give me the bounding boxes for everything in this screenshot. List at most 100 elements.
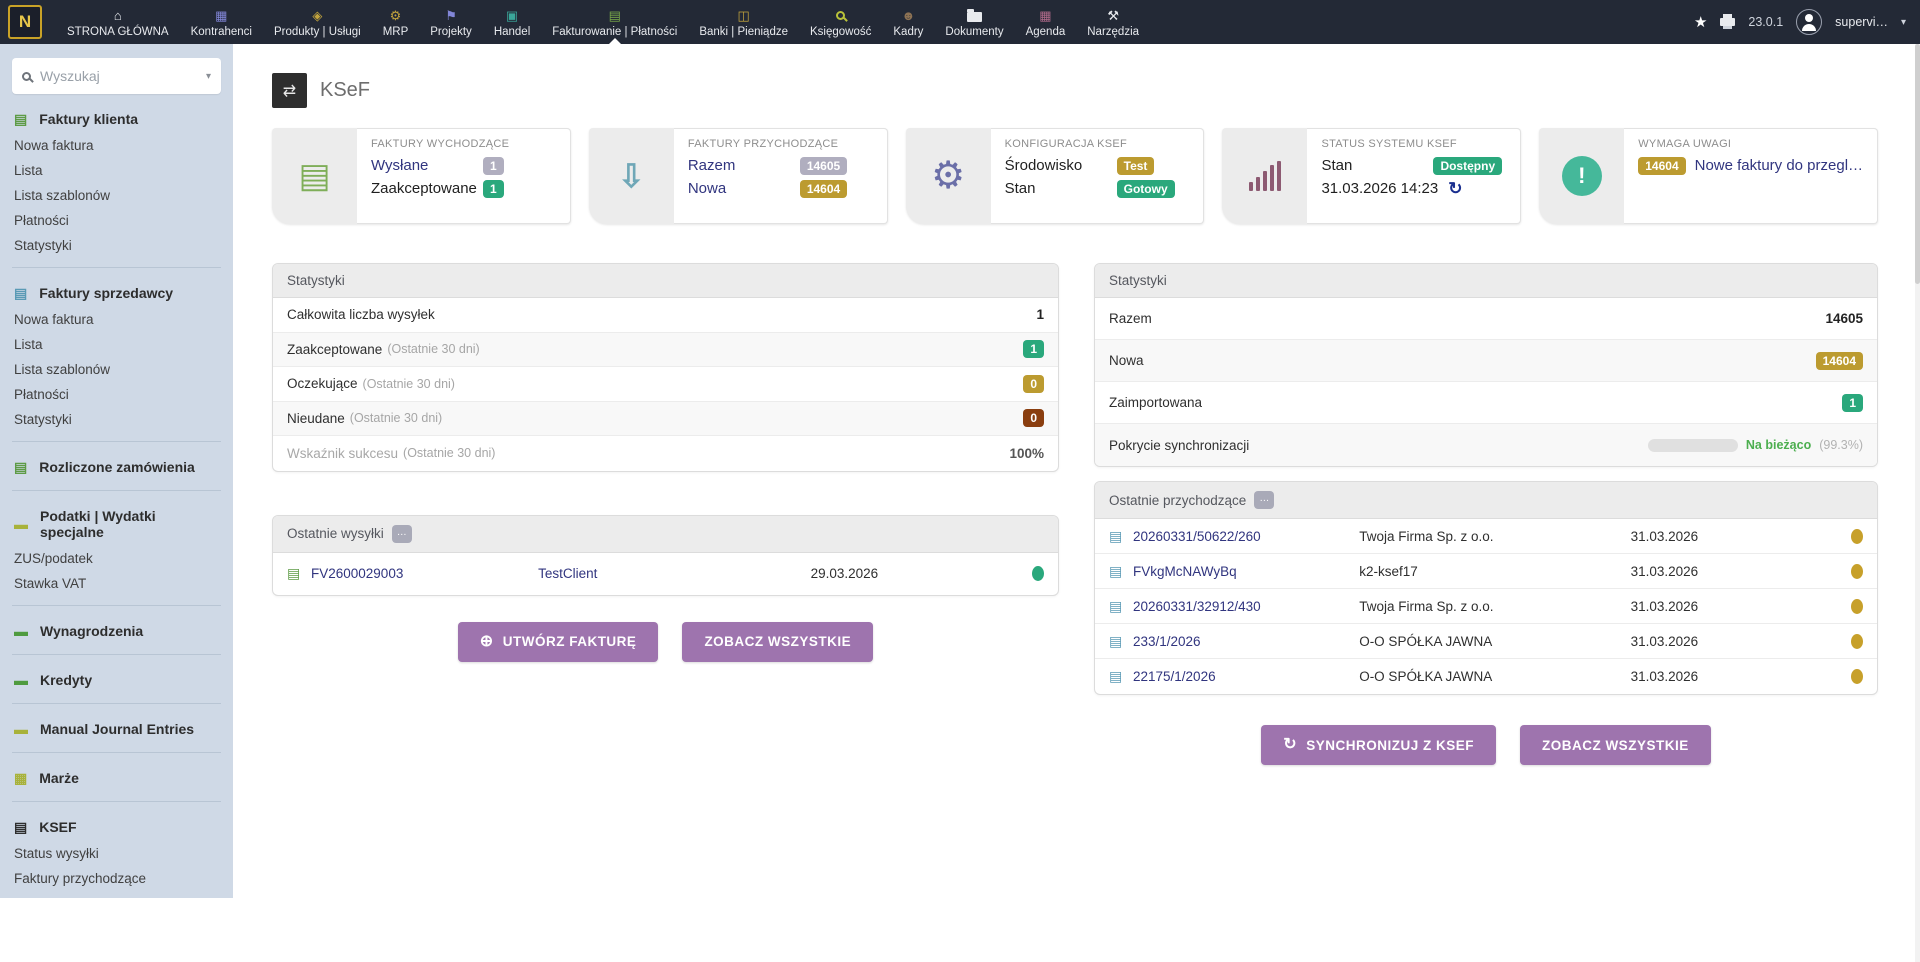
sidebar-item-platnosci[interactable]: Płatności bbox=[12, 382, 221, 407]
sidebar-item-lista-szablonow[interactable]: Lista szablonów bbox=[12, 357, 221, 382]
sidebar-section-title[interactable]: ▦ Marże bbox=[12, 768, 221, 792]
invoice-number-link[interactable]: 20260331/32912/430 bbox=[1133, 599, 1359, 614]
card-label: FAKTURY PRZYCHODZĄCE bbox=[688, 138, 873, 150]
sidebar-item-faktury-przychodzace[interactable]: Faktury przychodzące bbox=[12, 866, 221, 891]
stat-row: Wskaźnik sukcesu (Ostatnie 30 dni) 100% bbox=[273, 436, 1058, 471]
sidebar-item-statystyki[interactable]: Statystyki bbox=[12, 407, 221, 432]
nav-item-ksiegowosc[interactable]: Księgowość bbox=[799, 0, 882, 44]
sidebar-item-nowa-faktura[interactable]: Nowa faktura bbox=[12, 133, 221, 158]
sidebar-section-title[interactable]: ▬ Manual Journal Entries bbox=[12, 719, 221, 743]
top-navbar: N ⌂ STRONA GŁÓWNA ▦ Kontrahenci ◈ Produk… bbox=[0, 0, 1920, 44]
srodowisko-label: Środowisko bbox=[1005, 157, 1117, 174]
banknote-icon: ▬ bbox=[14, 673, 28, 687]
card-konfiguracja-ksef: ⚙ KONFIGURACJA KSEF Środowisko Test Stan… bbox=[906, 128, 1205, 224]
invoice-date: 31.03.2026 bbox=[1631, 669, 1812, 684]
sidebar-item-lista[interactable]: Lista bbox=[12, 158, 221, 183]
view-all-outgoing-button[interactable]: ZOBACZ WSZYSTKIE bbox=[682, 622, 873, 662]
sidebar-item-stawka-vat[interactable]: Stawka VAT bbox=[12, 571, 221, 596]
more-options-icon[interactable]: … bbox=[1254, 491, 1274, 509]
bar-chart-icon bbox=[1249, 161, 1281, 191]
sidebar-section-title[interactable]: ▬ Podatki | Wydatki specjalne bbox=[12, 506, 221, 546]
user-avatar[interactable] bbox=[1796, 9, 1822, 35]
nav-item-handel[interactable]: ▣ Handel bbox=[483, 0, 541, 44]
invoice-number-link[interactable]: 20260331/50622/260 bbox=[1133, 529, 1359, 544]
nowa-link[interactable]: Nowa bbox=[688, 180, 800, 197]
main-content: ⇄ KSeF ▤ FAKTURY WYCHODZĄCE Wysłane 1 Za… bbox=[233, 44, 1920, 962]
card-faktury-wychodzace: ▤ FAKTURY WYCHODZĄCE Wysłane 1 Zaakcepto… bbox=[272, 128, 571, 224]
panel-title: Statystyki bbox=[273, 264, 1058, 298]
sync-progress-bar bbox=[1648, 439, 1738, 452]
incoming-invoice-row: ▤ 22175/1/2026 O-O SPÓŁKA JAWNA 31.03.20… bbox=[1095, 659, 1877, 694]
sidebar-section-title[interactable]: ▤ Rozliczone zamówienia bbox=[12, 457, 221, 481]
incoming-invoice-row: ▤ 20260331/50622/260 Twoja Firma Sp. z o… bbox=[1095, 519, 1877, 554]
sidebar-item-zus-podatek[interactable]: ZUS/podatek bbox=[12, 546, 221, 571]
briefcase-icon: ▣ bbox=[506, 8, 518, 23]
favorite-star-icon[interactable]: ★ bbox=[1694, 13, 1707, 31]
nav-item-mrp[interactable]: ⚙ MRP bbox=[372, 0, 420, 44]
gear-icon: ⚙ bbox=[931, 157, 965, 195]
incoming-column: Statystyki Razem 14605 Nowa 14604 Zaimpo… bbox=[1094, 263, 1878, 765]
building-icon: ▦ bbox=[215, 8, 227, 23]
sidebar-section-title[interactable]: ▬ Kredyty bbox=[12, 670, 221, 694]
sidebar-section-kredyty: ▬ Kredyty bbox=[12, 670, 221, 704]
new-invoices-link[interactable]: Nowe faktury do przegl… bbox=[1695, 157, 1863, 174]
search-dropdown-caret-icon[interactable]: ▾ bbox=[206, 71, 211, 82]
refresh-icon[interactable]: ↻ bbox=[1448, 180, 1462, 197]
invoice-number-link[interactable]: 233/1/2026 bbox=[1133, 634, 1359, 649]
nav-item-narzedzia[interactable]: ⚒ Narzędzia bbox=[1076, 0, 1150, 44]
nav-item-produkty[interactable]: ◈ Produkty | Usługi bbox=[263, 0, 372, 44]
sidebar-item-jak-uzywac[interactable]: Jak używać bbox=[12, 891, 221, 898]
nav-item-home[interactable]: ⌂ STRONA GŁÓWNA bbox=[56, 0, 180, 44]
nav-item-agenda[interactable]: ▦ Agenda bbox=[1015, 0, 1077, 44]
view-all-incoming-button[interactable]: ZOBACZ WSZYSTKIE bbox=[1520, 725, 1711, 765]
alert-circle-icon: ! bbox=[1562, 156, 1602, 196]
sidebar-section-title[interactable]: ▬ Wynagrodzenia bbox=[12, 621, 221, 645]
stat-badge: 0 bbox=[1023, 375, 1044, 393]
search-input[interactable] bbox=[40, 68, 197, 84]
app-logo[interactable]: N bbox=[8, 5, 42, 39]
status-dot-gold bbox=[1851, 564, 1863, 579]
sidebar-section-title[interactable]: ▤ Faktury sprzedawcy bbox=[12, 283, 221, 307]
nav-item-fakturowanie[interactable]: ▤ Fakturowanie | Płatności bbox=[541, 0, 688, 44]
sidebar: ▾ ▤ Faktury klienta Nowa faktura Lista L… bbox=[0, 44, 233, 898]
sidebar-item-lista[interactable]: Lista bbox=[12, 332, 221, 357]
sidebar-section-title[interactable]: ▤ KSEF bbox=[12, 817, 221, 841]
card-icon-area bbox=[1222, 128, 1307, 224]
invoice-number-link[interactable]: FVkgMcNAWyBq bbox=[1133, 564, 1359, 579]
sidebar-section-title[interactable]: ▤ Faktury klienta bbox=[12, 109, 221, 133]
client-link[interactable]: TestClient bbox=[538, 566, 811, 581]
invoice-number-link[interactable]: 22175/1/2026 bbox=[1133, 669, 1359, 684]
invoice-date: 31.03.2026 bbox=[1631, 599, 1812, 614]
sidebar-item-status-wysylki[interactable]: Status wysyłki bbox=[12, 841, 221, 866]
sync-percent: (99.3%) bbox=[1819, 438, 1863, 452]
card-status-systemu-ksef: STATUS SYSTEMU KSEF Stan Dostępny 31.03.… bbox=[1222, 128, 1521, 224]
nav-item-banki[interactable]: ◫ Banki | Pieniądze bbox=[688, 0, 799, 44]
card-icon-area: ⚙ bbox=[906, 128, 991, 224]
divider bbox=[12, 752, 221, 753]
plus-icon: ⊕ bbox=[480, 634, 494, 650]
stat-badge: 1 bbox=[1023, 340, 1044, 358]
scrollbar[interactable] bbox=[1915, 44, 1920, 962]
stat-value: 1 bbox=[1036, 307, 1044, 322]
more-options-icon[interactable]: … bbox=[392, 525, 412, 543]
nav-item-kontrahenci[interactable]: ▦ Kontrahenci bbox=[180, 0, 263, 44]
sidebar-item-platnosci[interactable]: Płatności bbox=[12, 208, 221, 233]
nav-item-projekty[interactable]: ⚑ Projekty bbox=[419, 0, 483, 44]
status-dot-gold bbox=[1851, 669, 1863, 684]
panel-title: Statystyki bbox=[1095, 264, 1877, 298]
sync-ksef-button[interactable]: ↻ SYNCHRONIZUJ Z KSEF bbox=[1261, 725, 1496, 765]
sidebar-item-nowa-faktura[interactable]: Nowa faktura bbox=[12, 307, 221, 332]
wyslane-link[interactable]: Wysłane bbox=[371, 157, 483, 174]
person-icon: ☻ bbox=[902, 8, 916, 23]
invoice-date: 31.03.2026 bbox=[1631, 529, 1812, 544]
user-menu-chevron-down-icon[interactable]: ▾ bbox=[1901, 17, 1906, 28]
invoice-number-link[interactable]: FV2600029003 bbox=[311, 566, 538, 581]
invoice-blue-icon: ▤ bbox=[1109, 668, 1133, 685]
nav-item-kadry[interactable]: ☻ Kadry bbox=[882, 0, 934, 44]
sidebar-item-statystyki[interactable]: Statystyki bbox=[12, 233, 221, 258]
sidebar-item-lista-szablonow[interactable]: Lista szablonów bbox=[12, 183, 221, 208]
razem-link[interactable]: Razem bbox=[688, 157, 800, 174]
create-invoice-button[interactable]: ⊕ UTWÓRZ FAKTURĘ bbox=[458, 622, 659, 662]
printer-icon[interactable] bbox=[1720, 18, 1735, 26]
nav-item-dokumenty[interactable]: Dokumenty bbox=[934, 0, 1014, 44]
